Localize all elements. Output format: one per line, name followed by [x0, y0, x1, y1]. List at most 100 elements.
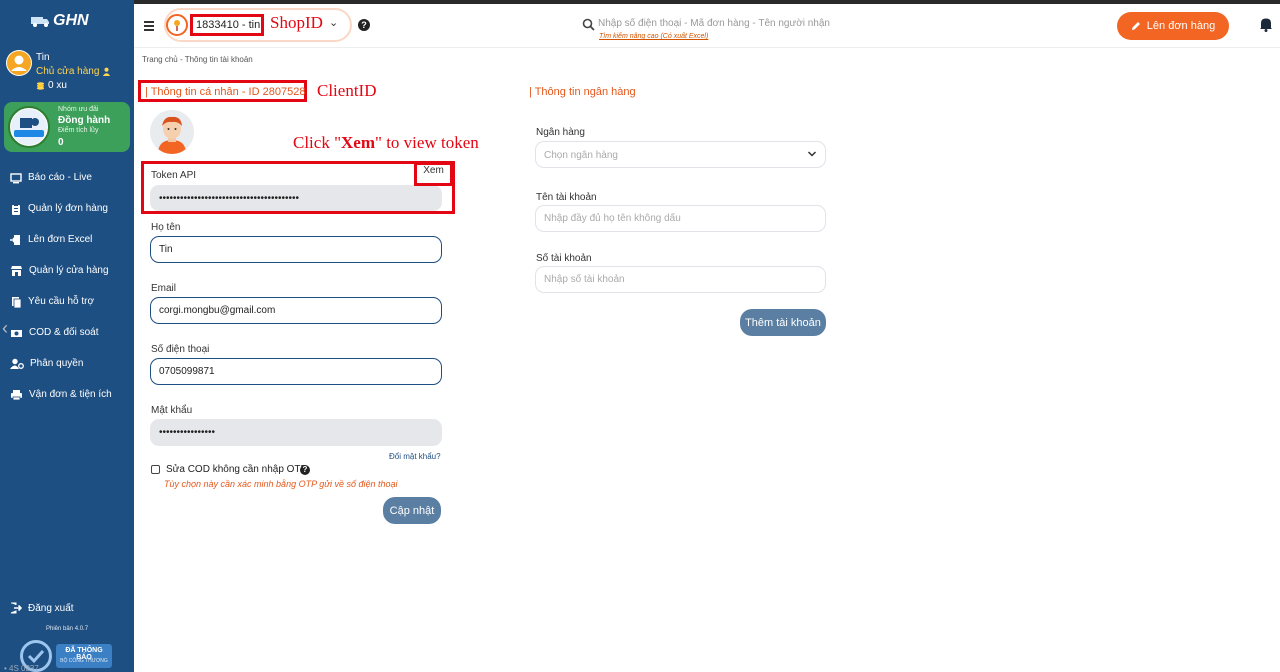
email-field[interactable]	[150, 297, 442, 324]
store-icon	[11, 265, 22, 276]
sidebar-item-label: Phân quyền	[30, 358, 84, 369]
phone-field[interactable]	[150, 358, 442, 385]
chevron-down-icon[interactable]	[807, 149, 817, 159]
bank-label: Ngân hàng	[536, 127, 585, 138]
view-token-annotation: Click "Xem" to view token	[293, 133, 479, 153]
sidebar-item-order-management[interactable]: Quản lý đơn hàng	[0, 193, 134, 224]
cod-otp-label[interactable]: Sửa COD không cần nhập OTP	[166, 464, 307, 475]
add-account-button[interactable]: Thêm tài khoản	[740, 309, 826, 336]
advanced-search-link[interactable]: Tìm kiếm nâng cao (Có xuất Excel)	[599, 33, 708, 40]
sidebar-nav: Báo cáo - Live Quản lý đơn hàng Lên đơn …	[0, 162, 134, 410]
user-tie-icon	[103, 67, 111, 76]
tier-points-label: Điểm tích lũy	[58, 127, 99, 134]
logo-text: GHN	[53, 12, 89, 29]
email-label: Email	[151, 283, 177, 294]
chevron-down-icon[interactable]: ⌄	[329, 16, 338, 29]
sidebar-item-label: Vận đơn & tiện ích	[29, 389, 112, 400]
view-token-highlight	[414, 162, 453, 186]
hamburger-menu-icon[interactable]	[144, 21, 154, 31]
logout-button[interactable]: Đăng xuất	[10, 602, 74, 614]
user-coins: 0 xu	[36, 80, 67, 91]
monitor-icon	[10, 172, 22, 183]
tier-points: 0	[58, 137, 64, 148]
change-password-link[interactable]: Đổi mật khẩu?	[389, 452, 441, 461]
tier-badge-icon	[8, 106, 50, 148]
password-field[interactable]	[150, 419, 442, 446]
sidebar-item-label: COD & đối soát	[29, 327, 99, 338]
sidebar-item-label: Quản lý cửa hàng	[29, 265, 109, 276]
create-order-button[interactable]: Lên đơn hàng	[1117, 12, 1229, 40]
sidebar-item-excel-upload[interactable]: Lên đơn Excel	[0, 224, 134, 255]
map-pin-icon	[166, 14, 188, 36]
app-version: Phiên bản 4.0.7	[46, 626, 89, 632]
create-order-label: Lên đơn hàng	[1146, 20, 1216, 32]
certification-line2: BỘ CÔNG THƯƠNG	[60, 658, 108, 664]
sidebar-item-report-live[interactable]: Báo cáo - Live	[0, 162, 134, 193]
certification-label: ĐÃ THÔNG BÁO BỘ CÔNG THƯƠNG	[56, 644, 112, 668]
coins-icon	[36, 82, 45, 90]
breadcrumb: Trang chủ - Thông tin tài khoản	[142, 55, 253, 64]
user-name: Tin	[36, 52, 50, 63]
token-api-highlight	[141, 161, 455, 214]
password-label: Mật khẩu	[151, 405, 193, 416]
pencil-icon	[1131, 22, 1140, 30]
file-import-icon	[10, 234, 20, 245]
token-annotation-bold: Xem	[341, 133, 376, 152]
loyalty-tier-card[interactable]: Nhóm ưu đãi Đồng hành Điểm tích lũy 0	[4, 102, 130, 152]
sidebar-item-label: Báo cáo - Live	[28, 172, 92, 183]
search-input[interactable]	[598, 18, 858, 29]
sidebar-item-cod-reconciliation[interactable]: COD & đối soát	[0, 317, 134, 348]
bell-icon[interactable]	[1259, 17, 1273, 32]
coins-text: 0 xu	[48, 80, 67, 91]
account-number-label: Số tài khoản	[536, 253, 592, 264]
user-card[interactable]: Tin Chủ cửa hàng 0 xu	[6, 48, 130, 94]
token-annotation-post: " to view token	[375, 133, 479, 152]
bank-select-placeholder: Chọn ngân hàng	[544, 150, 618, 161]
sidebar-collapse-chevron-icon[interactable]: ‹	[0, 316, 10, 340]
support-ticket-icon	[12, 296, 22, 308]
shop-id-annotation: ShopID	[270, 13, 323, 32]
account-name-label: Tên tài khoản	[536, 192, 597, 203]
sidebar-item-support-request[interactable]: Yêu cầu hỗ trợ	[0, 286, 134, 317]
bank-info-title: | Thông tin ngân hàng	[529, 86, 636, 98]
account-name-field[interactable]	[535, 205, 826, 232]
ghn-logo[interactable]: GHN	[30, 12, 89, 30]
printer-icon	[11, 389, 22, 400]
logout-label: Đăng xuất	[28, 602, 74, 614]
full-name-field[interactable]	[150, 236, 442, 263]
cod-otp-checkbox[interactable]	[151, 465, 160, 474]
shop-id[interactable]: 1833410 - tin	[196, 19, 260, 31]
help-icon[interactable]: ?	[358, 19, 370, 31]
sidebar-item-waybill-utilities[interactable]: Vận đơn & tiện ích	[0, 379, 134, 410]
cod-help-icon[interactable]: ?	[300, 465, 310, 475]
token-annotation-pre: Click "	[293, 133, 342, 152]
profile-avatar[interactable]	[150, 110, 194, 154]
sidebar-item-label: Quản lý đơn hàng	[28, 203, 108, 214]
client-id-annotation: ClientID	[317, 81, 377, 100]
user-role-text: Chủ cửa hàng	[36, 66, 100, 77]
truck-logo-icon	[31, 17, 49, 27]
sidebar-faded-text: • 4S 0337	[4, 664, 39, 672]
avatar	[6, 50, 32, 76]
sidebar-item-store-management[interactable]: Quản lý cửa hàng	[0, 255, 134, 286]
update-button[interactable]: Cập nhật	[383, 497, 441, 524]
personal-info-title: | Thông tin cá nhân - ID 2807528	[145, 86, 306, 98]
search-icon[interactable]	[582, 18, 595, 31]
user-role: Chủ cửa hàng	[36, 66, 111, 77]
sidebar-item-permissions[interactable]: Phân quyền	[0, 348, 134, 379]
top-header: 1833410 - tin ShopID ⌄ ? Tìm kiếm nâng c…	[134, 4, 1280, 48]
money-icon	[11, 329, 22, 337]
tier-subtitle: Nhóm ưu đãi	[58, 106, 99, 113]
sidebar-item-label: Yêu cầu hỗ trợ	[28, 296, 95, 307]
user-avatar-icon	[7, 51, 31, 75]
sidebar-item-label: Lên đơn Excel	[28, 234, 93, 245]
tier-name: Đồng hành	[58, 115, 111, 126]
person-avatar-icon	[150, 110, 194, 154]
full-name-label: Họ tên	[151, 222, 181, 233]
sidebar: GHN Tin Chủ cửa hàng 0 xu Nhóm ưu đãi Đồ…	[0, 0, 134, 672]
phone-label: Số điện thoại	[151, 344, 210, 355]
account-number-field[interactable]	[535, 266, 826, 293]
cod-otp-note: Tùy chọn này cần xác minh bằng OTP gửi v…	[164, 479, 398, 489]
user-gear-icon	[10, 358, 24, 369]
clipboard-icon	[12, 203, 20, 215]
